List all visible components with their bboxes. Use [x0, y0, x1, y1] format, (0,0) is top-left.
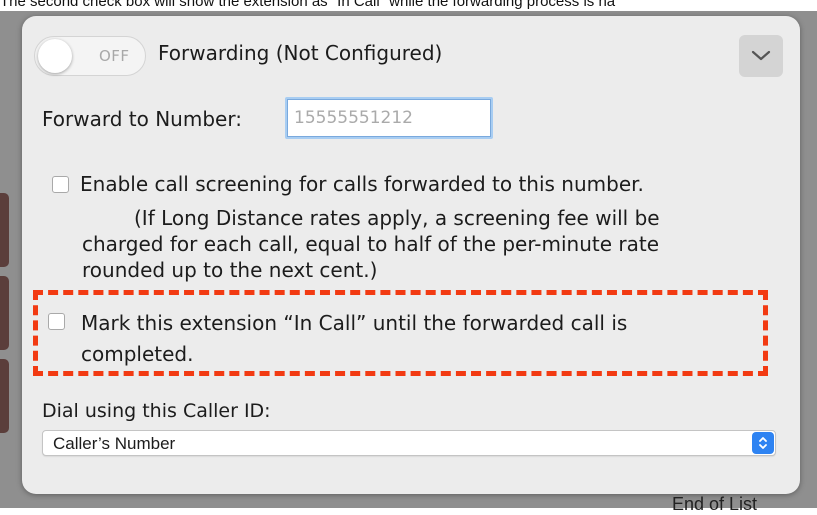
caller-id-select[interactable]: Caller’s Number	[42, 430, 776, 456]
forward-number-label: Forward to Number:	[42, 107, 242, 131]
screening-label[interactable]: Enable call screening for calls forwarde…	[80, 173, 644, 195]
screening-checkbox[interactable]	[52, 176, 69, 193]
end-of-list-text: End of List	[672, 494, 758, 514]
caller-id-selected: Caller’s Number	[53, 434, 176, 453]
background-tab	[0, 276, 9, 350]
toggle-knob	[38, 39, 72, 73]
forwarding-toggle[interactable]: OFF	[34, 36, 146, 76]
chevron-down-icon	[751, 50, 771, 61]
screening-note-line: charged for each call, equal to half of …	[82, 232, 660, 256]
in-call-label[interactable]: Mark this extension “In Call” until the …	[81, 312, 627, 334]
updown-arrows-icon	[752, 432, 774, 454]
screening-note-line: rounded up to the next cent.)	[82, 258, 378, 282]
forwarding-title: Forwarding (Not Configured)	[158, 41, 443, 65]
screening-note-line: (If Long Distance rates apply, a screeni…	[134, 206, 660, 230]
caller-id-label: Dial using this Caller ID:	[42, 400, 271, 422]
background-tab	[0, 359, 9, 433]
background-tab	[0, 193, 9, 267]
caption-text: The second check box will show the exten…	[0, 0, 616, 10]
forward-number-input[interactable]	[285, 97, 493, 139]
in-call-checkbox[interactable]	[48, 313, 65, 330]
collapse-button[interactable]	[739, 35, 783, 77]
in-call-label[interactable]: completed.	[81, 343, 193, 365]
toggle-state-label: OFF	[99, 47, 130, 65]
